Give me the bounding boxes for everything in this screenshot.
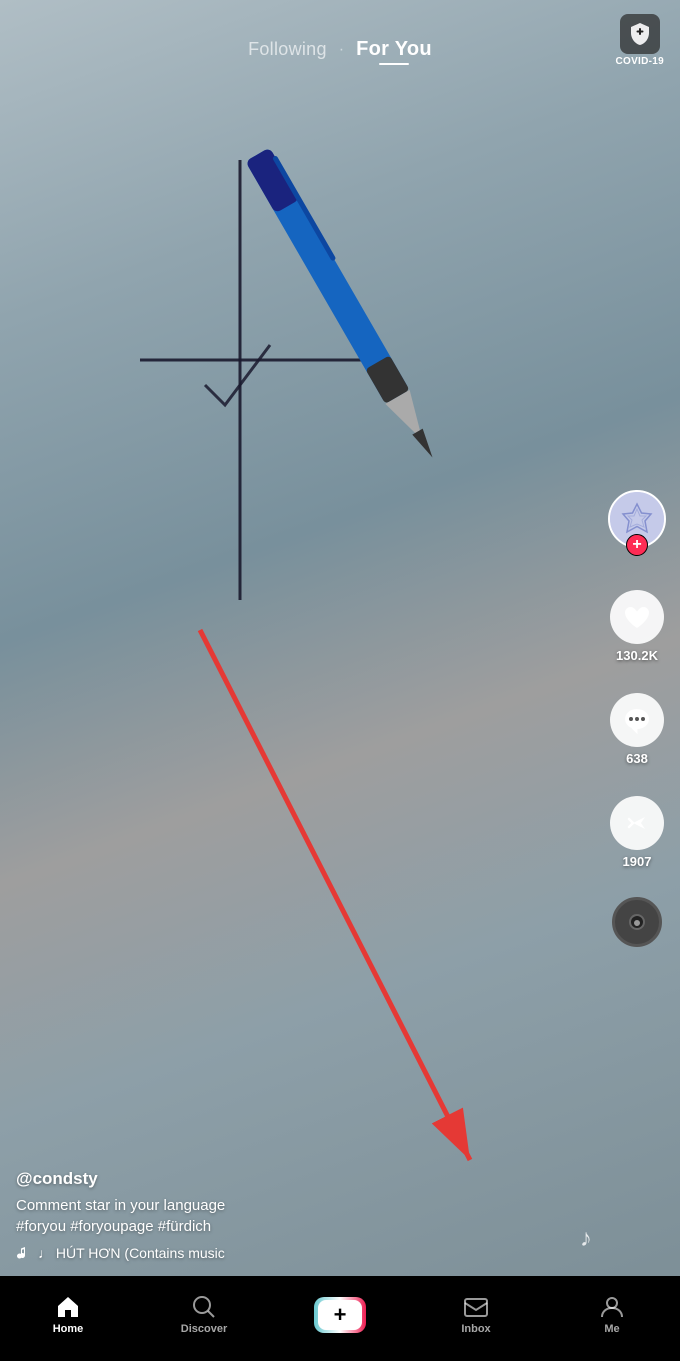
share-button[interactable]: 1907 bbox=[610, 796, 664, 869]
comment-button[interactable]: 638 bbox=[610, 693, 664, 766]
home-label: Home bbox=[53, 1323, 84, 1335]
bottom-nav: Home Discover + Inbox Me bbox=[0, 1276, 680, 1361]
nav-add[interactable]: + bbox=[310, 1297, 370, 1333]
nav-discover[interactable]: Discover bbox=[174, 1294, 234, 1335]
me-label: Me bbox=[604, 1323, 619, 1335]
like-count: 130.2K bbox=[616, 648, 658, 663]
inbox-label: Inbox bbox=[461, 1323, 490, 1335]
add-button-inner: + bbox=[318, 1300, 362, 1330]
video-author[interactable]: @condsty bbox=[16, 1169, 595, 1189]
comment-count: 638 bbox=[626, 751, 648, 766]
music-disc[interactable] bbox=[612, 897, 662, 947]
music-disc-inner bbox=[629, 914, 645, 930]
nav-home[interactable]: Home bbox=[38, 1294, 98, 1335]
nav-divider: · bbox=[339, 41, 344, 59]
foryou-tab[interactable]: For You bbox=[356, 38, 432, 61]
share-icon-wrap bbox=[610, 796, 664, 850]
discover-label: Discover bbox=[181, 1323, 227, 1335]
video-music[interactable]: ♩ HÚT HƠN (Contains music bbox=[16, 1245, 595, 1261]
video-description: Comment star in your language#foryou #fo… bbox=[16, 1195, 595, 1237]
nav-me[interactable]: Me bbox=[582, 1294, 642, 1335]
covid-badge[interactable]: COVID-19 bbox=[615, 14, 664, 67]
creator-avatar[interactable]: + bbox=[608, 490, 666, 548]
video-content bbox=[40, 80, 540, 785]
comment-icon-wrap bbox=[610, 693, 664, 747]
music-name: ♩ HÚT HƠN (Contains music bbox=[38, 1245, 225, 1261]
music-note-small: ♪ bbox=[580, 1225, 592, 1253]
share-count: 1907 bbox=[623, 854, 652, 869]
right-actions: + 130.2K 638 bbox=[608, 490, 666, 947]
covid-shield-icon bbox=[620, 14, 660, 54]
video-info: @condsty Comment star in your language#f… bbox=[16, 1169, 595, 1261]
nav-inbox[interactable]: Inbox bbox=[446, 1294, 506, 1335]
like-button[interactable]: 130.2K bbox=[610, 590, 664, 663]
add-button[interactable]: + bbox=[314, 1297, 366, 1333]
like-icon-wrap bbox=[610, 590, 664, 644]
covid-label: COVID-19 bbox=[615, 56, 664, 67]
following-tab[interactable]: Following bbox=[248, 39, 327, 60]
follow-plus-button[interactable]: + bbox=[626, 534, 648, 556]
top-nav: Following · For You bbox=[0, 0, 680, 83]
